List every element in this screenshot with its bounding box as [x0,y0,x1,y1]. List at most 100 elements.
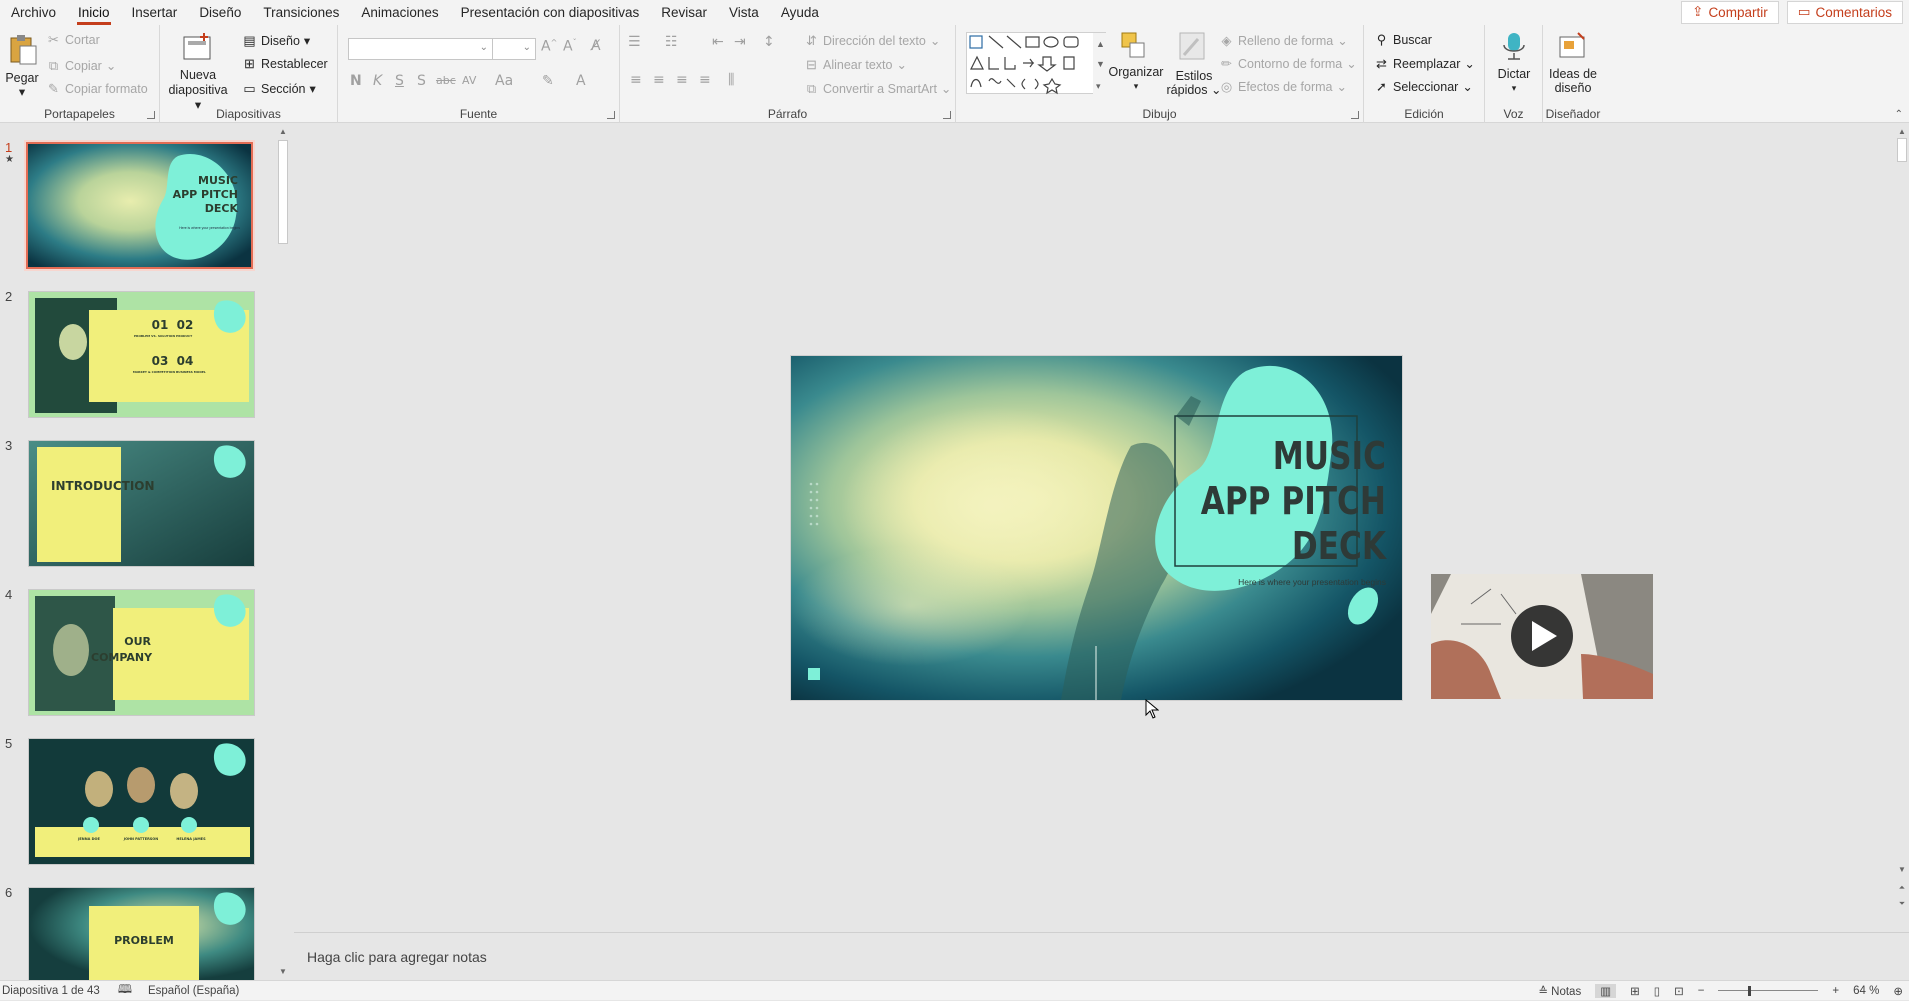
zoom-thumb[interactable] [1747,985,1751,996]
shape-fill-button[interactable]: ◈ Relleno de forma ⌄ [1219,33,1348,48]
change-case-button[interactable]: Aa [495,73,513,89]
smartart-button[interactable]: ⧉ Convertir a SmartArt ⌄ [804,81,952,96]
find-button[interactable]: ⚲ Buscar [1374,33,1432,48]
replace-button[interactable]: ⇄ Reemplazar ⌄ [1374,56,1475,71]
comments-button[interactable]: ▭ Comentarios [1786,1,1903,24]
format-painter-button[interactable]: ✎ Copiar formato [46,82,148,97]
slide-thumbnail-1[interactable]: MUSIC APP PITCH DECK Here is where your pr… [24,140,255,271]
tab-vista[interactable]: Vista [718,0,770,25]
scrollbar-thumb[interactable] [1897,138,1907,162]
decrease-indent-icon[interactable]: ⇤ [712,34,724,50]
arrange-button[interactable]: Organizar ▾ [1108,29,1164,105]
notes-pane[interactable]: Haga clic para agregar notas [294,932,1909,980]
shape-outline-button[interactable]: ✏ Contorno de forma ⌄ [1219,56,1357,71]
spelling-icon[interactable]: 🕮 [118,980,132,1001]
dialog-launcher-icon[interactable] [943,111,951,119]
quick-styles-button[interactable]: Estilos rápidos ⌄ [1166,29,1222,105]
previous-slide-icon[interactable]: ⏶ [1896,882,1908,894]
tab-revisar[interactable]: Revisar [650,0,718,25]
align-left-icon[interactable]: ≡ [630,72,642,88]
justify-icon[interactable]: ≡ [699,72,711,88]
scrollbar-thumb[interactable] [278,140,288,244]
cut-button[interactable]: ✂ Cortar [46,33,100,48]
slide-number: 2 [5,289,13,304]
editor-scrollbar[interactable]: ▲ ▼ ⏶ ⏷ [1895,124,1909,932]
numbering-icon[interactable]: ☷ [665,34,678,50]
tab-presentacion[interactable]: Presentación con diapositivas [450,0,651,25]
language-indicator[interactable]: Español (España) [148,985,239,997]
zoom-out-icon[interactable]: − [1698,985,1705,997]
shape-effects-button[interactable]: ◎ Efectos de forma ⌄ [1219,79,1347,94]
slide-sorter-icon[interactable]: ⊞ [1630,984,1640,998]
scroll-up-icon[interactable]: ▲ [1896,126,1908,138]
align-text-button[interactable]: ⊟ Alinear texto ⌄ [804,57,907,72]
reset-button[interactable]: ⊞ Restablecer [242,57,328,72]
bullets-icon[interactable]: ☰ [628,34,641,50]
shrink-font-icon[interactable]: Aˇ [563,38,577,55]
slide-thumbnail-4[interactable]: OUR COMPANY [28,589,255,716]
slide-subtitle[interactable]: Here is where your presentation begins [1171,577,1386,587]
next-slide-icon[interactable]: ⏷ [1896,898,1908,910]
char-spacing-button[interactable]: AV [462,74,476,87]
italic-button[interactable]: K [373,73,382,89]
strikethrough-button[interactable]: abc [436,74,456,87]
notes-placeholder[interactable]: Haga clic para agregar notas [307,949,487,965]
tab-archivo[interactable]: Archivo [0,0,67,25]
tab-animaciones[interactable]: Animaciones [350,0,449,25]
zoom-in-icon[interactable]: + [1832,985,1839,997]
align-center-icon[interactable]: ≡ [653,72,665,88]
text-direction-button[interactable]: ⇵ Dirección del texto ⌄ [804,33,940,48]
scroll-up-icon[interactable]: ▲ [277,126,289,138]
font-color-icon[interactable]: A [576,73,586,89]
main-slide[interactable]: MUSIC APP PITCH DECK Here is where your … [791,356,1402,700]
tab-diseno[interactable]: Diseño [188,0,252,25]
highlight-icon[interactable]: ✎ [542,73,554,89]
clear-format-icon[interactable]: A̸ [591,38,601,54]
thumb-title-line: MUSIC [198,174,238,187]
shapes-gallery[interactable]: ▲ ▼ ▾ [966,32,1107,95]
line-spacing-icon[interactable]: ↕ [763,34,775,50]
tab-ayuda[interactable]: Ayuda [770,0,830,25]
share-button[interactable]: ⇪ Compartir [1681,1,1779,24]
zoom-level[interactable]: 64 % [1853,985,1879,997]
underline-button[interactable]: S [395,73,404,89]
slide-thumbnail-5[interactable]: JENNA DOE JOHN PATTERSON HELENA JAMES [28,738,255,865]
font-name-combo[interactable]: ⌄ [348,38,493,60]
tab-insertar[interactable]: Insertar [121,0,189,25]
section-button[interactable]: ▭ Sección ▾ [242,81,315,96]
dictate-button[interactable]: Dictar ▾ [1487,29,1541,105]
copy-button[interactable]: ⧉ Copiar ⌄ [46,58,116,73]
tab-inicio[interactable]: Inicio [67,0,121,25]
dialog-launcher-icon[interactable] [1351,111,1359,119]
dialog-launcher-icon[interactable] [147,111,155,119]
reading-view-icon[interactable]: ▯ [1654,984,1660,998]
scroll-down-icon[interactable]: ▼ [277,966,289,978]
design-ideas-button[interactable]: Ideas de diseño [1545,29,1601,105]
slide-title[interactable]: MUSIC APP PITCH DECK [1193,434,1386,569]
dialog-launcher-icon[interactable] [607,111,615,119]
video-thumbnail[interactable] [1431,574,1653,699]
new-slide-button[interactable]: Nueva diapositiva ▾ [164,31,232,112]
fit-to-window-icon[interactable]: ⊕ [1893,984,1903,998]
scroll-down-icon[interactable]: ▼ [1896,864,1908,876]
font-size-combo[interactable]: ⌄ [492,38,536,60]
bold-button[interactable]: N [350,73,362,89]
select-button[interactable]: ➚ Seleccionar ⌄ [1374,79,1473,94]
normal-view-icon[interactable]: ▥ [1595,983,1617,998]
notes-toggle-button[interactable]: ≙ Notas [1538,984,1581,998]
slide-thumbnail-3[interactable]: INTRODUCTION [28,440,255,567]
columns-icon[interactable]: ⫼ [728,72,734,88]
slide-thumbnail-2[interactable]: 01 02 03 04 PROBLEM VS. SOLUTION PRODUCT… [28,291,255,418]
paste-button[interactable]: Pegar ▾ [4,31,40,101]
align-right-icon[interactable]: ≡ [676,72,688,88]
slideshow-icon[interactable]: ⊡ [1674,984,1684,998]
shadow-button[interactable]: S [417,73,426,89]
increase-indent-icon[interactable]: ⇥ [734,34,746,50]
tab-transiciones[interactable]: Transiciones [252,0,350,25]
zoom-slider[interactable] [1718,985,1819,996]
thumbnail-scrollbar[interactable]: ▲ ▼ [276,124,290,980]
layout-button[interactable]: ▤ Diseño ▾ [242,33,310,48]
slide-thumbnail-6[interactable]: PROBLEM [28,887,255,980]
collapse-ribbon-icon[interactable]: ⌃ [1895,109,1903,120]
grow-font-icon[interactable]: A^ [541,38,557,55]
